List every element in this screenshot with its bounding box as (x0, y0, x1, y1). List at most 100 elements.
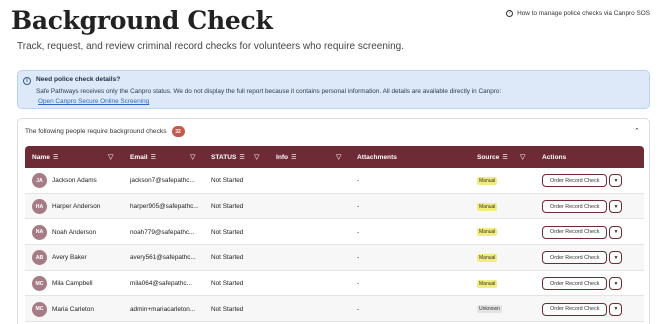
source-cell: Manual (477, 271, 498, 297)
filter-icon[interactable]: ▽ (108, 146, 113, 168)
attachments-cell: - (357, 254, 360, 262)
table-header: Name ☰ ▽ Email ☰ ▽ STATUS ☰ ▽ Info ☰ ▽ A… (25, 146, 644, 168)
column-attachments: Attachments (357, 146, 397, 168)
filter-icon[interactable]: ▽ (254, 146, 259, 168)
column-name-label: Name (32, 153, 50, 161)
order-record-check-button[interactable]: Order Record Check (542, 225, 608, 239)
help-link[interactable]: ? How to manage police checks via Canpro… (506, 10, 650, 17)
status-cell: Not Started (211, 305, 244, 313)
table-row[interactable]: AB Avery Baker avery561@safepathc... Not… (25, 245, 644, 271)
order-record-check-button[interactable]: Order Record Check (542, 277, 608, 291)
sort-icon[interactable]: ☰ (502, 154, 507, 161)
sort-icon[interactable]: ☰ (291, 154, 296, 161)
status-cell: Not Started (211, 203, 244, 211)
source-cell: Manual (477, 194, 498, 220)
avatar: AB (32, 250, 47, 266)
sort-icon[interactable]: ☰ (239, 154, 244, 161)
alert-title: Need police check details? (36, 76, 121, 83)
question-circle-icon: ? (506, 10, 514, 17)
table-row[interactable]: MC Maria Carleton admin+mariacarleton...… (25, 296, 644, 323)
order-record-check-button[interactable]: Order Record Check (542, 251, 608, 265)
info-icon: i (23, 77, 31, 85)
status-cell: Not Started (211, 228, 244, 236)
filter-icon[interactable]: ▽ (190, 146, 195, 168)
name-cell: AB Avery Baker (32, 245, 87, 271)
panel-heading: The following people require background … (25, 128, 167, 135)
table-row[interactable]: MC Mila Campbell mila064@safepathc... No… (25, 270, 644, 297)
column-attachments-label: Attachments (357, 153, 397, 161)
person-name[interactable]: Maria Carleton (52, 306, 94, 313)
chevron-down-icon[interactable]: ▼ (609, 302, 623, 316)
source-cell: Unknown (477, 296, 502, 322)
source-cell: Manual (477, 219, 498, 245)
source-tag: Unknown (477, 305, 502, 314)
column-status[interactable]: STATUS ☰ (211, 146, 245, 168)
source-cell: Manual (477, 245, 498, 271)
filter-icon[interactable]: ▽ (336, 146, 341, 168)
avatar: NA (32, 224, 47, 240)
chevron-down-icon[interactable]: ▼ (609, 225, 623, 239)
alert-body-text: Safe Pathways receives only the Canpro s… (36, 88, 502, 95)
source-tag: Manual (477, 202, 498, 211)
person-name[interactable]: Mila Campbell (52, 280, 93, 287)
order-record-check-button[interactable]: Order Record Check (542, 302, 608, 316)
count-badge: 32 (171, 126, 185, 137)
background-check-panel: The following people require background … (17, 118, 650, 324)
order-record-check-button[interactable]: Order Record Check (542, 174, 608, 188)
table-row[interactable]: JA Jackson Adams jackson7@safepathc... N… (25, 168, 644, 194)
source-tag: Manual (477, 228, 498, 237)
email-cell: noah779@safepathc... (130, 228, 195, 236)
page: ? How to manage police checks via Canpro… (0, 0, 670, 324)
order-record-check-button[interactable]: Order Record Check (542, 200, 608, 214)
column-info[interactable]: Info ☰ (276, 146, 297, 168)
person-name[interactable]: Avery Baker (52, 254, 87, 261)
sort-icon[interactable]: ☰ (151, 154, 156, 161)
filter-icon[interactable]: ▽ (520, 146, 525, 168)
name-cell: HA Harper Anderson (32, 194, 100, 220)
column-source-label: Source (477, 153, 500, 161)
source-tag: Manual (477, 253, 498, 262)
source-tag: Manual (477, 279, 498, 288)
attachments-cell: - (357, 203, 360, 211)
chevron-down-icon[interactable]: ▼ (609, 174, 623, 188)
email-cell: harper905@safepathc... (130, 203, 199, 211)
column-email-label: Email (130, 153, 148, 161)
page-title: Background Check (11, 6, 273, 35)
table-row[interactable]: NA Noah Anderson noah779@safepathc... No… (25, 219, 644, 246)
person-name[interactable]: Jackson Adams (52, 177, 97, 184)
sort-icon[interactable]: ☰ (53, 154, 58, 161)
name-cell: JA Jackson Adams (32, 168, 97, 194)
name-cell: MC Mila Campbell (32, 271, 93, 297)
email-cell: admin+mariacarleton... (130, 305, 196, 313)
people-table: Name ☰ ▽ Email ☰ ▽ STATUS ☰ ▽ Info ☰ ▽ A… (25, 146, 644, 323)
column-name[interactable]: Name ☰ (32, 146, 58, 168)
column-info-label: Info (276, 153, 289, 161)
person-name[interactable]: Noah Anderson (52, 229, 96, 236)
chevron-up-icon[interactable]: ⌃ (634, 127, 640, 135)
column-source[interactable]: Source ☰ (477, 146, 508, 168)
actions-cell: Order Record Check ▼ (542, 245, 623, 271)
actions-cell: Order Record Check ▼ (542, 194, 623, 220)
name-cell: NA Noah Anderson (32, 219, 96, 245)
table-body: JA Jackson Adams jackson7@safepathc... N… (25, 168, 644, 323)
table-row[interactable]: HA Harper Anderson harper905@safepathc..… (25, 193, 644, 220)
column-actions-label: Actions (542, 153, 567, 161)
attachments-cell: - (357, 280, 360, 288)
avatar: MC (32, 276, 47, 292)
column-status-label: STATUS (211, 153, 237, 161)
canpro-link[interactable]: Open Canpro Secure Online Screening (38, 98, 149, 105)
chevron-down-icon[interactable]: ▼ (609, 251, 623, 265)
avatar: HA (32, 199, 47, 215)
person-name[interactable]: Harper Anderson (52, 203, 100, 210)
avatar: MC (32, 301, 47, 317)
column-email[interactable]: Email ☰ (130, 146, 156, 168)
chevron-down-icon[interactable]: ▼ (609, 200, 623, 214)
page-subtitle: Track, request, and review criminal reco… (17, 41, 405, 52)
email-cell: mila064@safepathc... (130, 280, 192, 288)
email-cell: jackson7@safepathc... (130, 177, 195, 185)
chevron-down-icon[interactable]: ▼ (609, 277, 623, 291)
email-cell: avery561@safepathc... (130, 254, 196, 262)
status-cell: Not Started (211, 254, 244, 262)
info-alert: i Need police check details? Safe Pathwa… (17, 70, 650, 109)
actions-cell: Order Record Check ▼ (542, 271, 623, 297)
